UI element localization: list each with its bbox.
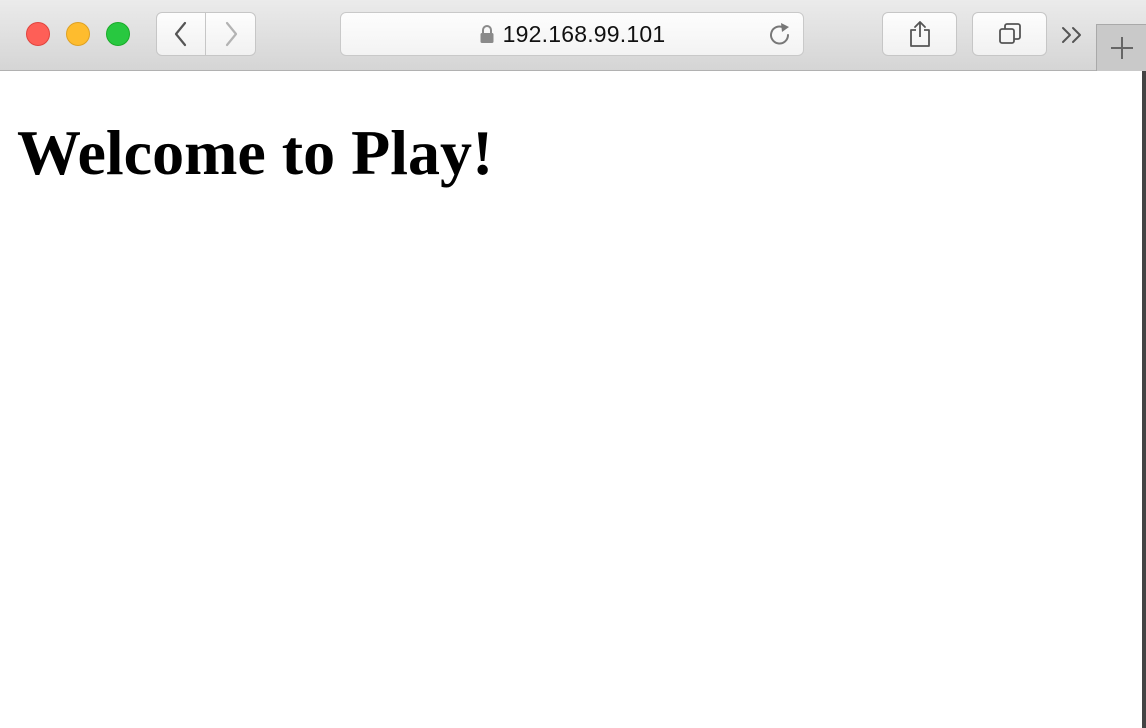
tab-overview-button[interactable]	[972, 12, 1047, 56]
forward-button[interactable]	[206, 12, 256, 56]
share-button[interactable]	[882, 12, 957, 56]
plus-icon	[1110, 37, 1133, 59]
double-chevron-right-icon	[1062, 27, 1081, 43]
maximize-window-button[interactable]	[106, 22, 130, 46]
close-window-button[interactable]	[26, 22, 50, 46]
new-tab-button[interactable]	[1096, 24, 1146, 71]
tab-overview-icon	[998, 23, 1021, 44]
page-heading: Welcome to Play!	[17, 117, 494, 188]
page-content: Welcome to Play!	[0, 71, 1146, 728]
reload-icon	[770, 23, 789, 45]
reload-button[interactable]	[767, 22, 793, 48]
lock-icon	[479, 24, 495, 44]
url-text: 192.168.99.101	[502, 20, 666, 47]
chevron-right-icon	[225, 21, 237, 47]
url-display: 192.168.99.101	[341, 13, 803, 55]
browser-toolbar: 192.168.99.101	[0, 0, 1146, 71]
minimize-window-button[interactable]	[66, 22, 90, 46]
browser-window: 192.168.99.101 Welcome to Play!	[0, 0, 1146, 728]
toolbar-overflow-button[interactable]	[1057, 20, 1087, 50]
share-icon	[909, 21, 930, 47]
address-bar[interactable]: 192.168.99.101	[340, 12, 804, 56]
back-button[interactable]	[156, 12, 206, 56]
chevron-left-icon	[174, 21, 187, 47]
